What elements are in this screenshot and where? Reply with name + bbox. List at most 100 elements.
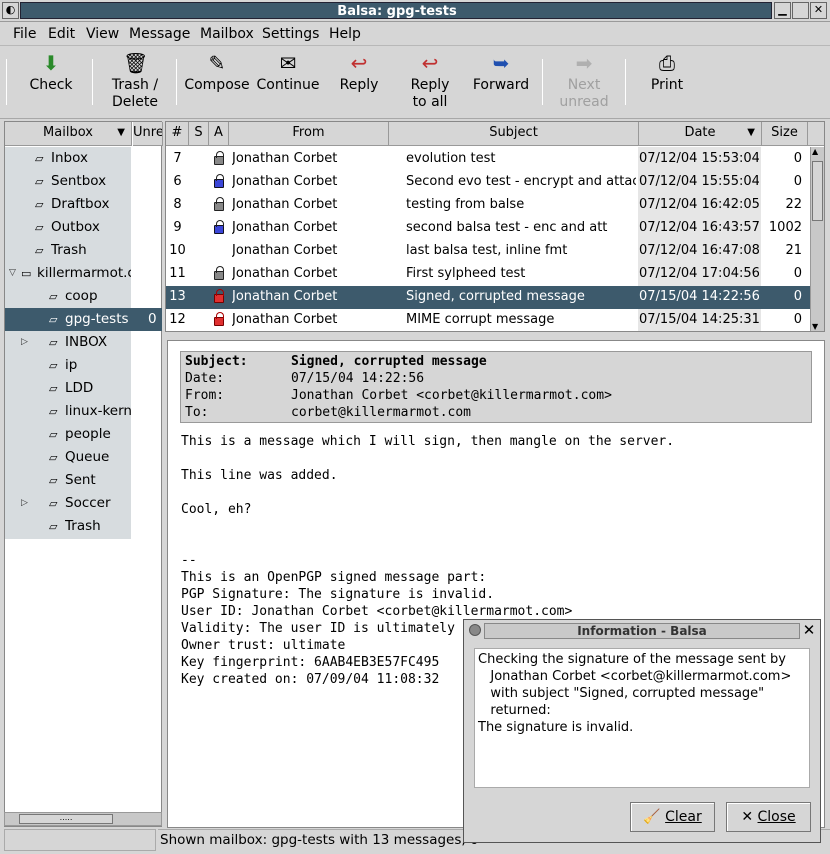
message-row[interactable]: 11 Jonathan Corbet First sylpheed test 07/1… bbox=[166, 263, 811, 286]
continue-button[interactable]: ✉ Continue bbox=[251, 51, 325, 94]
message-size: 22 bbox=[785, 197, 802, 212]
mailbox-label: Draftbox bbox=[51, 196, 110, 212]
clear-button[interactable]: 🧹 Clear bbox=[630, 802, 715, 832]
title-bar-drag-area[interactable]: Balsa: gpg-tests bbox=[20, 2, 772, 19]
column-header-size[interactable]: Size bbox=[762, 122, 808, 146]
dialog-title[interactable]: Information - Balsa bbox=[484, 623, 800, 639]
reply-all-button[interactable]: ↩ Reply to all bbox=[393, 51, 467, 111]
message-subject: last balsa test, inline fmt bbox=[406, 243, 568, 258]
message-num: 9 bbox=[173, 220, 182, 235]
mailbox-item[interactable]: ▱ coop bbox=[5, 285, 162, 308]
mailbox-item[interactable]: ▱ Sent bbox=[5, 469, 162, 492]
message-from: Jonathan Corbet bbox=[232, 220, 338, 235]
header-key: Subject: bbox=[185, 354, 248, 369]
mailbox-tree-scrollbar[interactable]: ..... bbox=[4, 812, 162, 826]
scroll-up-icon[interactable]: ▲ bbox=[812, 147, 818, 156]
mailbox-item[interactable]: ▱ gpg-tests 0 bbox=[5, 308, 162, 331]
menu-help[interactable]: Help bbox=[329, 26, 361, 42]
message-subject: second balsa test - enc and att bbox=[406, 220, 608, 235]
mailbox-item[interactable]: ▱ people bbox=[5, 423, 162, 446]
mailbox-item[interactable]: ▱ Draftbox bbox=[5, 193, 162, 216]
mailbox-icon: ▱ bbox=[49, 474, 58, 487]
header-value: Signed, corrupted message bbox=[291, 354, 487, 369]
message-date: 07/12/04 16:47:08 bbox=[639, 243, 759, 258]
message-row[interactable]: 9 Jonathan Corbet second balsa test - enc … bbox=[166, 217, 811, 240]
message-list-scrollbar[interactable]: ▲ ▼ bbox=[810, 147, 824, 331]
mailbox-item[interactable]: ▱ ip bbox=[5, 354, 162, 377]
scrollbar-thumb[interactable]: ..... bbox=[19, 814, 113, 824]
message-num: 11 bbox=[169, 266, 186, 281]
menu-settings[interactable]: Settings bbox=[262, 26, 319, 42]
mailbox-item[interactable]: ▱ Queue bbox=[5, 446, 162, 469]
expander-open-icon[interactable]: ▽ bbox=[9, 262, 16, 284]
mailbox-item[interactable]: ▷ ▱ Soccer bbox=[5, 492, 162, 515]
mailbox-item[interactable]: ▱ Trash bbox=[5, 239, 162, 262]
mailbox-label: killermarmot.c bbox=[37, 265, 131, 281]
mailbox-item[interactable]: ▱ LDD bbox=[5, 377, 162, 400]
mailbox-item[interactable]: ▱ Outbox bbox=[5, 216, 162, 239]
column-header-date[interactable]: Date ▼ bbox=[639, 122, 762, 146]
check-button[interactable]: ⬇ Check bbox=[14, 51, 88, 94]
column-header-num[interactable]: # bbox=[166, 122, 189, 146]
reply-button[interactable]: ↩ Reply bbox=[322, 51, 396, 94]
toolbar-grip[interactable] bbox=[6, 59, 7, 105]
mailbox-item[interactable]: ▱ Inbox bbox=[5, 147, 162, 170]
minimize-button[interactable]: ▁ bbox=[774, 2, 791, 19]
trash-delete-button[interactable]: 🗑 Trash / Delete bbox=[98, 51, 172, 111]
mailbox-item[interactable]: ▽ ▭ killermarmot.c bbox=[5, 262, 162, 285]
mailbox-item[interactable]: ▱ linux-kernel bbox=[5, 400, 162, 423]
menu-message[interactable]: Message bbox=[129, 26, 190, 42]
menu-edit[interactable]: Edit bbox=[48, 26, 75, 42]
column-header-from[interactable]: From bbox=[229, 122, 389, 146]
compose-button[interactable]: ✎ Compose bbox=[180, 51, 254, 94]
trash-label-line1: Trash / bbox=[111, 77, 159, 93]
message-row[interactable]: 6 Jonathan Corbet Second evo test - encryp… bbox=[166, 171, 811, 194]
expander-closed-icon[interactable]: ▷ bbox=[21, 331, 28, 353]
message-row[interactable]: 7 Jonathan Corbet evolution test 07/12/04 1… bbox=[166, 148, 811, 171]
message-row[interactable]: 12 Jonathan Corbet MIME corrupt message 07/… bbox=[166, 309, 811, 332]
column-header-attach[interactable]: A bbox=[209, 122, 229, 146]
mailbox-label: ip bbox=[65, 357, 78, 373]
header-value: 07/15/04 14:22:56 bbox=[291, 371, 425, 386]
continue-label: Continue bbox=[256, 77, 320, 93]
mailbox-column-header[interactable]: Mailbox ▼ bbox=[5, 122, 132, 146]
message-body-line: This is an OpenPGP signed message part: bbox=[181, 570, 487, 585]
print-button[interactable]: ⎙ Print bbox=[630, 51, 704, 94]
next-unread-label-line2: unread bbox=[559, 94, 609, 110]
menu-file[interactable]: File bbox=[13, 26, 36, 42]
scroll-down-icon[interactable]: ▼ bbox=[812, 322, 818, 331]
menu-view[interactable]: View bbox=[86, 26, 119, 42]
maximize-button[interactable] bbox=[792, 2, 809, 19]
pane-splitter[interactable] bbox=[165, 333, 825, 339]
message-row[interactable]: 13 Jonathan Corbet Signed, corrupted messa… bbox=[166, 286, 811, 309]
mailbox-item[interactable]: ▷ ▱ INBOX bbox=[5, 331, 162, 354]
window-menu-button[interactable]: ◐ bbox=[2, 2, 19, 19]
dialog-line: Jonathan Corbet <corbet@killermarmot.com… bbox=[478, 669, 792, 684]
message-row[interactable]: 8 Jonathan Corbet testing from balse 07/12/… bbox=[166, 194, 811, 217]
message-size: 1002 bbox=[768, 220, 802, 235]
dialog-line: The signature is invalid. bbox=[478, 720, 634, 735]
dialog-menu-icon[interactable] bbox=[469, 624, 481, 636]
compose-icon: ✎ bbox=[208, 51, 226, 75]
lock-icon bbox=[214, 197, 224, 211]
message-size: 0 bbox=[793, 151, 802, 166]
scrollbar-thumb[interactable] bbox=[812, 161, 823, 221]
mailbox-item[interactable]: ▱ Trash bbox=[5, 515, 162, 538]
close-window-button[interactable]: ✕ bbox=[810, 2, 827, 19]
message-row[interactable]: 10 Jonathan Corbet last balsa test, inline… bbox=[166, 240, 811, 263]
next-unread-button[interactable]: ➡ Next unread bbox=[547, 51, 621, 111]
message-num: 8 bbox=[173, 197, 182, 212]
mailbox-item[interactable]: ▱ Sentbox bbox=[5, 170, 162, 193]
mailbox-label: linux-kernel bbox=[65, 403, 131, 419]
message-size: 21 bbox=[785, 243, 802, 258]
print-icon: ⎙ bbox=[659, 51, 675, 75]
forward-button[interactable]: ➥ Forward bbox=[464, 51, 538, 94]
unread-column-header[interactable]: Unre bbox=[133, 122, 163, 146]
menu-mailbox[interactable]: Mailbox bbox=[200, 26, 254, 42]
close-button[interactable]: ✕ Close bbox=[726, 802, 811, 832]
expander-closed-icon[interactable]: ▷ bbox=[21, 492, 28, 514]
column-header-subject[interactable]: Subject bbox=[389, 122, 639, 146]
dialog-close-icon[interactable]: ✕ bbox=[800, 622, 818, 640]
column-header-status[interactable]: S bbox=[189, 122, 209, 146]
lock-icon bbox=[214, 289, 224, 303]
